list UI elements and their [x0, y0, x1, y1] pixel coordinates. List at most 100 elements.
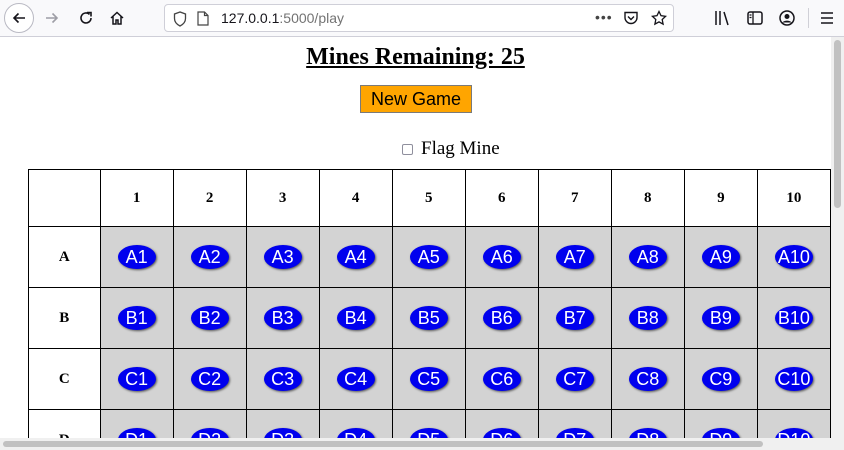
cell-button[interactable]: B8 — [628, 306, 667, 330]
cell-button[interactable]: C7 — [555, 367, 594, 391]
board-cell: A4 — [318, 226, 393, 288]
cell-button[interactable]: A6 — [482, 245, 521, 269]
board-cell: B8 — [610, 287, 685, 349]
board-cell: C7 — [537, 348, 612, 410]
row-header: A — [28, 226, 101, 288]
cell-button[interactable]: A3 — [263, 245, 302, 269]
column-header: 9 — [683, 169, 758, 227]
cell-button[interactable]: D5 — [409, 428, 448, 438]
cell-button[interactable]: D8 — [628, 428, 667, 438]
menu-icon[interactable] — [819, 9, 835, 27]
cell-button[interactable]: B1 — [117, 306, 156, 330]
column-header: 3 — [245, 169, 320, 227]
cell-button[interactable]: B10 — [774, 306, 813, 330]
board-cell: C2 — [172, 348, 247, 410]
cell-button[interactable]: D6 — [482, 428, 521, 438]
forward-button[interactable] — [38, 5, 66, 31]
cell-button[interactable]: C5 — [409, 367, 448, 391]
cell-button[interactable]: C2 — [190, 367, 229, 391]
page-title: Mines Remaining: 25 — [306, 44, 525, 70]
star-icon[interactable] — [651, 10, 667, 26]
row-header: D — [28, 409, 101, 438]
board-cell: B3 — [245, 287, 320, 349]
cell-button[interactable]: A10 — [774, 245, 813, 269]
cell-button[interactable]: A5 — [409, 245, 448, 269]
column-header: 10 — [756, 169, 831, 227]
cell-button[interactable]: D4 — [336, 428, 375, 438]
back-button[interactable] — [4, 3, 34, 33]
cell-button[interactable]: B5 — [409, 306, 448, 330]
cell-button[interactable]: C3 — [263, 367, 302, 391]
cell-button[interactable]: D1 — [117, 428, 156, 438]
cell-button[interactable]: B7 — [555, 306, 594, 330]
shield-icon[interactable] — [173, 11, 187, 27]
cell-button[interactable]: A1 — [117, 245, 156, 269]
board-cell: B4 — [318, 287, 393, 349]
column-header: 4 — [318, 169, 393, 227]
cell-button[interactable]: D7 — [555, 428, 594, 438]
cell-button[interactable]: A4 — [336, 245, 375, 269]
cell-button[interactable]: D2 — [190, 428, 229, 438]
flag-mine-toggle[interactable]: Flag Mine — [402, 138, 500, 160]
board-cell: D7 — [537, 409, 612, 438]
cell-button[interactable]: D3 — [263, 428, 302, 438]
vertical-scroll-thumb[interactable] — [834, 40, 841, 208]
cell-button[interactable]: B2 — [190, 306, 229, 330]
more-icon[interactable]: ••• — [595, 9, 613, 25]
board-corner-cell — [28, 169, 101, 227]
cell-button[interactable]: A9 — [701, 245, 740, 269]
board-cell: A6 — [464, 226, 539, 288]
cell-button[interactable]: A2 — [190, 245, 229, 269]
board-cell: C5 — [391, 348, 466, 410]
cell-button[interactable]: A8 — [628, 245, 667, 269]
cell-button[interactable]: B4 — [336, 306, 375, 330]
minesweeper-board: 1 2 3 4 5 6 7 8 9 10 A A1 A2 A3 A4 A5 A6 A7 A8 A9 A10 B B1 B2 B… — [28, 169, 831, 438]
board-cell: D2 — [172, 409, 247, 438]
address-bar[interactable]: 127.0.0.1:5000/play ••• — [164, 4, 674, 32]
cell-button[interactable]: C4 — [336, 367, 375, 391]
cell-button[interactable]: A7 — [555, 245, 594, 269]
board-cell: A9 — [683, 226, 758, 288]
cell-button[interactable]: B6 — [482, 306, 521, 330]
cell-button[interactable]: D9 — [701, 428, 740, 438]
column-header: 2 — [172, 169, 247, 227]
horizontal-scroll-thumb[interactable] — [3, 441, 763, 447]
url-path: :5000/play — [279, 10, 344, 26]
flag-mine-checkbox[interactable] — [402, 143, 413, 155]
pocket-icon[interactable] — [623, 10, 639, 26]
cell-button[interactable]: B9 — [701, 306, 740, 330]
column-header: 7 — [537, 169, 612, 227]
cell-button[interactable]: C6 — [482, 367, 521, 391]
board-cell: B1 — [99, 287, 174, 349]
cell-button[interactable]: C9 — [701, 367, 740, 391]
board-cell: B6 — [464, 287, 539, 349]
url-text: 127.0.0.1:5000/play — [221, 10, 344, 26]
board-cell: A7 — [537, 226, 612, 288]
board-cell: C4 — [318, 348, 393, 410]
column-header: 6 — [464, 169, 539, 227]
page-icon — [197, 11, 209, 26]
library-icon[interactable] — [714, 9, 732, 27]
cell-button[interactable]: D10 — [774, 428, 813, 438]
back-icon — [12, 12, 25, 24]
board-cell: A10 — [756, 226, 831, 288]
account-icon[interactable] — [778, 9, 796, 27]
board-cell: C6 — [464, 348, 539, 410]
board-cell: B5 — [391, 287, 466, 349]
sidebar-icon[interactable] — [746, 9, 764, 27]
cell-button[interactable]: C1 — [117, 367, 156, 391]
board-row: B B1 B2 B3 B4 B5 B6 B7 B8 B9 B10 — [28, 287, 831, 349]
new-game-button[interactable]: New Game — [360, 85, 472, 113]
cell-button[interactable]: C10 — [774, 367, 813, 391]
vertical-scrollbar[interactable] — [831, 37, 844, 438]
row-header: B — [28, 287, 101, 349]
reload-button[interactable] — [72, 5, 100, 31]
column-header: 1 — [99, 169, 174, 227]
board-cell: D9 — [683, 409, 758, 438]
cell-button[interactable]: B3 — [263, 306, 302, 330]
horizontal-scrollbar[interactable] — [0, 438, 844, 450]
home-button[interactable] — [103, 5, 131, 31]
toolbar-separator — [808, 8, 809, 28]
cell-button[interactable]: C8 — [628, 367, 667, 391]
board-cell: A1 — [99, 226, 174, 288]
